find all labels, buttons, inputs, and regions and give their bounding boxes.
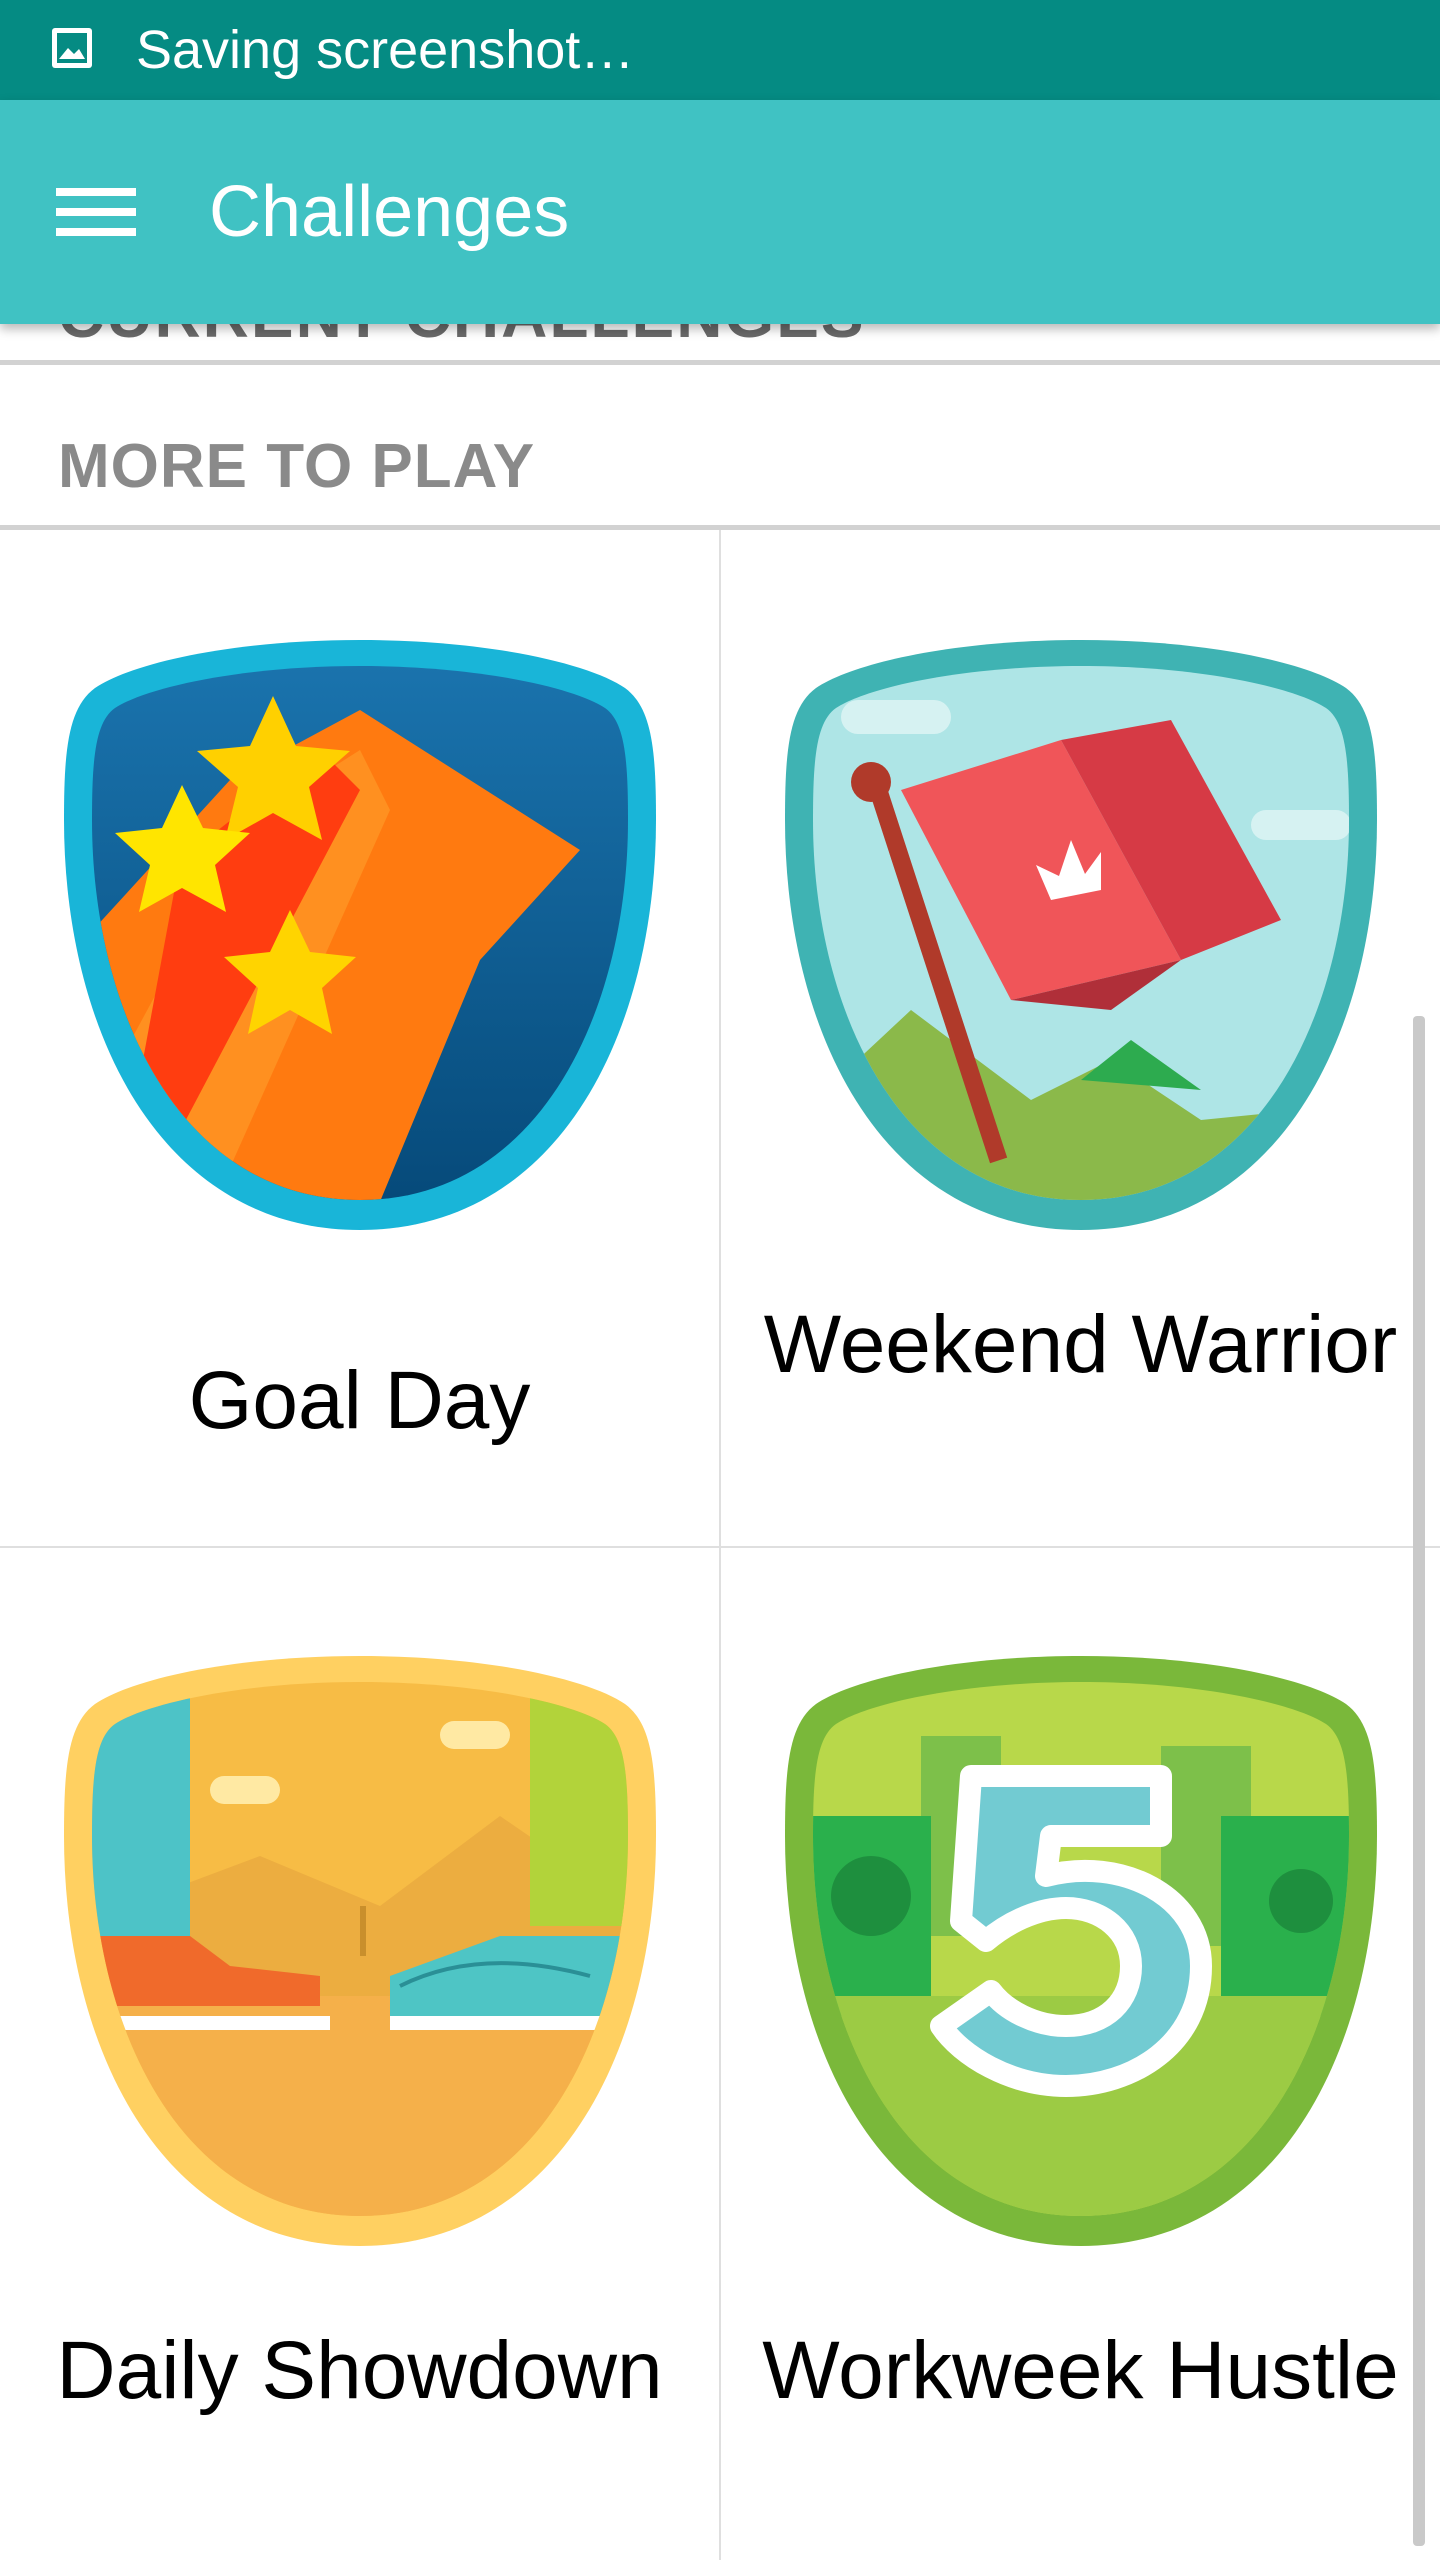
scrollbar[interactable] [1413, 1016, 1425, 2546]
status-message: Saving screenshot… [136, 20, 635, 80]
challenge-card-daily-showdown[interactable]: Daily Showdown [0, 1548, 719, 2560]
challenge-label: Daily Showdown [56, 2325, 663, 2416]
image-icon [52, 28, 92, 68]
challenge-card-workweek-hustle[interactable]: Workweek Hustle [721, 1548, 1440, 2560]
challenge-label: Goal Day [188, 1355, 531, 1446]
challenge-grid: Goal Day Weekend Warrior Daily Showdown … [0, 530, 1440, 2560]
weekend-warrior-badge-icon [785, 640, 1377, 1230]
challenge-card-goal-day[interactable]: Goal Day [0, 530, 719, 1546]
challenge-label: Weekend Warrior [763, 1299, 1398, 1390]
challenge-label: Workweek Hustle [762, 2325, 1399, 2416]
more-to-play-label: MORE TO PLAY [58, 432, 536, 501]
challenge-card-weekend-warrior[interactable]: Weekend Warrior [721, 530, 1440, 1546]
daily-showdown-badge-icon [64, 1656, 656, 2246]
status-bar: Saving screenshot… [0, 0, 1440, 100]
goal-day-badge-icon [64, 640, 656, 1230]
app-bar: Challenges [0, 100, 1440, 324]
page-title: Challenges [209, 172, 570, 252]
workweek-hustle-badge-icon [785, 1656, 1377, 2246]
more-to-play-header: MORE TO PLAY [0, 365, 1440, 530]
hamburger-menu-icon[interactable] [36, 158, 156, 266]
